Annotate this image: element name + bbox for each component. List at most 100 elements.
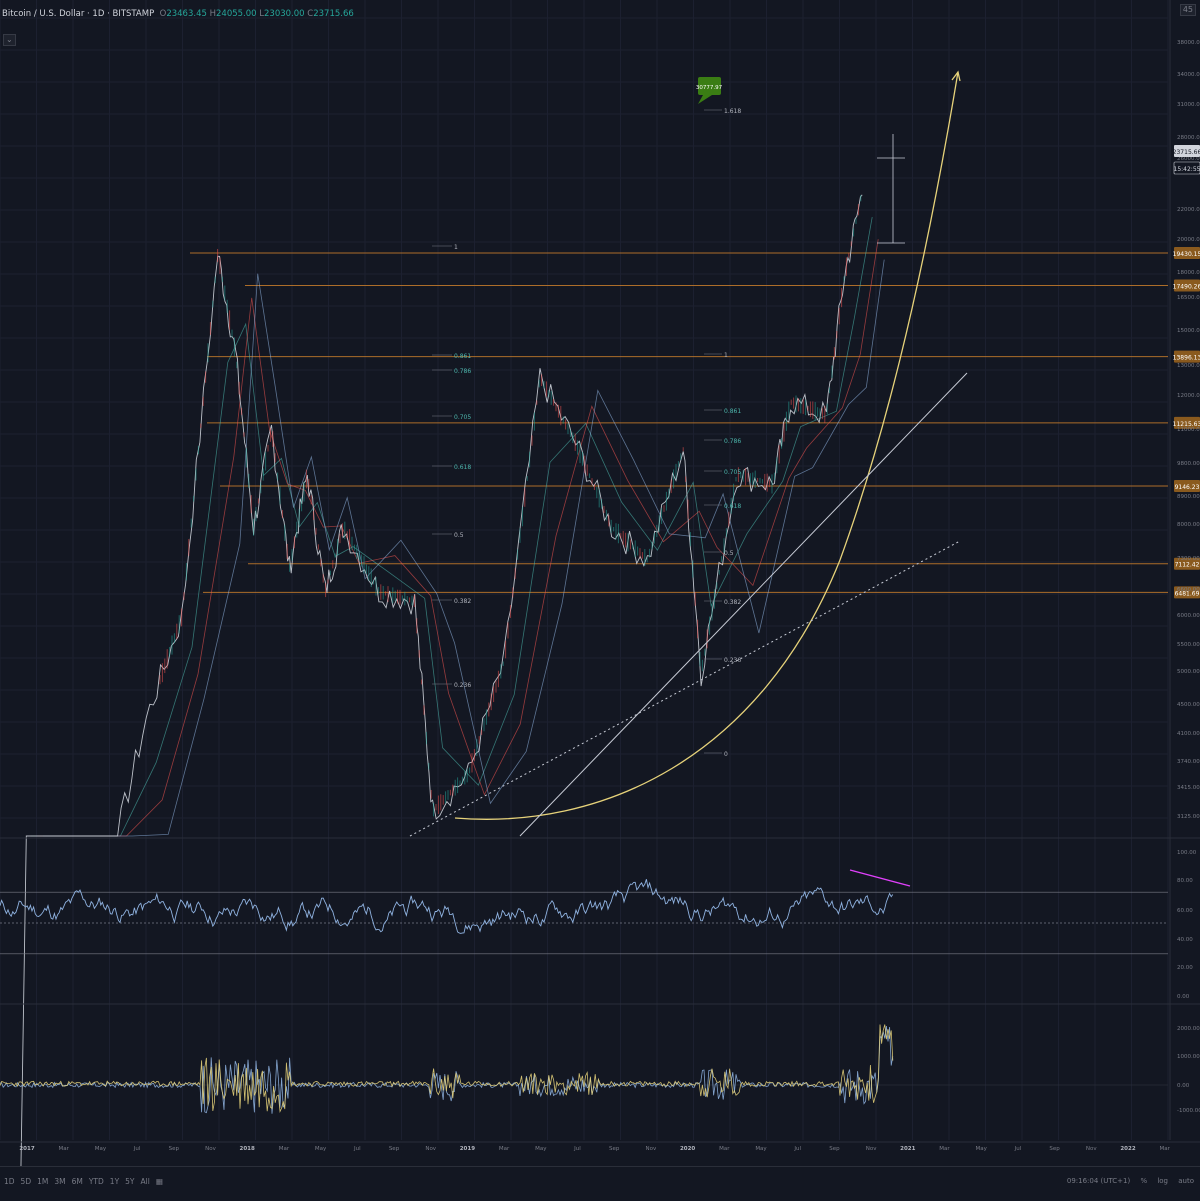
symbol-header: Bitcoin / U.S. Dollar · 1D · BITSTAMP O2… <box>2 9 354 19</box>
trend-drawings[interactable]: 30777.97 <box>409 70 968 837</box>
fib-level-value: 9146.23 <box>1175 484 1200 491</box>
fib-label: 0.705 <box>454 414 471 421</box>
time-axis-tick: Nov <box>425 1146 436 1152</box>
price-axis-tick: 8900.00 <box>1177 494 1200 500</box>
range-button[interactable]: 5Y <box>125 1177 134 1186</box>
fib-level-value: 13896.13 <box>1173 355 1200 362</box>
time-axis-tick: Mar <box>719 1146 730 1152</box>
time-axis-tick: Mar <box>59 1146 70 1152</box>
auto-toggle[interactable]: auto <box>1178 1177 1194 1185</box>
price-axis-tick: 3125.00 <box>1177 814 1200 820</box>
price-axis-tick: 8000.00 <box>1177 522 1200 528</box>
close-value: 23715.66 <box>313 9 354 19</box>
price-series <box>20 194 863 1171</box>
log-toggle[interactable]: log <box>1157 1177 1168 1185</box>
bottom-toolbar: 1D 5D 1M 3M 6M YTD 1Y 5Y All ▦ 09:16:04 (UTC+1) %… <box>0 1166 1200 1201</box>
curve-arrowhead <box>951 70 961 82</box>
fib-label: 1.618 <box>724 108 741 115</box>
chart-canvas[interactable]: 19430.1517490.2613896.1311215.639146.237… <box>0 0 1200 1200</box>
fib-label: 0 <box>724 751 728 758</box>
price-axis-tick: 13000.00 <box>1177 363 1200 369</box>
osc-axis-tick: 1000.00 <box>1177 1054 1200 1060</box>
range-button[interactable]: YTD <box>89 1177 104 1186</box>
symbol-title[interactable]: Bitcoin / U.S. Dollar · 1D · BITSTAMP <box>2 9 154 19</box>
fib-label: 0.705 <box>724 469 741 476</box>
time-axis-tick: Nov <box>205 1146 216 1152</box>
price-axis-tick: 22000.00 <box>1177 207 1200 213</box>
moving-average <box>30 217 873 837</box>
time-axis-tick: Sep <box>169 1146 180 1152</box>
time-axis-tick: Sep <box>609 1146 620 1152</box>
oscillator-line <box>0 1024 894 1113</box>
open-value: 23463.45 <box>166 9 207 19</box>
time-axis-tick: Mar <box>279 1146 290 1152</box>
fib-label: 1 <box>724 352 728 359</box>
price-axis-tick: 15000.00 <box>1177 328 1200 334</box>
price-axis-tick: 5000.00 <box>1177 669 1200 675</box>
rsi-axis-tick: 0.00 <box>1177 994 1190 1000</box>
fib-label: 0.861 <box>454 353 471 360</box>
time-axis-tick: Mar <box>939 1146 950 1152</box>
price-axis-tick: 18000.00 <box>1177 270 1200 276</box>
time-axis-tick: Mar <box>1160 1146 1171 1152</box>
calendar-icon[interactable]: ▦ <box>156 1177 163 1186</box>
time-axis-tick: Jul <box>793 1146 801 1152</box>
time-axis-tick: May <box>755 1146 767 1152</box>
time-axis-tick: Nov <box>1086 1146 1097 1152</box>
horizontal-levels[interactable]: 19430.1517490.2613896.1311215.639146.237… <box>190 247 1200 599</box>
time-axis-tick: Nov <box>866 1146 877 1152</box>
time-axis-tick: Nov <box>646 1146 657 1152</box>
price-axis-tick: 4500.00 <box>1177 702 1200 708</box>
settings-icon[interactable]: 45 <box>1179 4 1196 16</box>
rsi-axis-tick: 80.00 <box>1177 878 1193 884</box>
osc-axis-tick: 0.00 <box>1177 1083 1190 1089</box>
time-axis-tick: Mar <box>499 1146 510 1152</box>
countdown: 15:42:55 <box>1174 166 1200 173</box>
range-buttons: 1D 5D 1M 3M 6M YTD 1Y 5Y All ▦ <box>4 1177 169 1186</box>
range-button[interactable]: 3M <box>54 1177 65 1186</box>
clock: 09:16:04 (UTC+1) <box>1066 1177 1131 1185</box>
price-axis-tick: 3415.00 <box>1177 785 1200 791</box>
range-button[interactable]: All <box>141 1177 150 1186</box>
time-axis-tick: May <box>535 1146 547 1152</box>
rsi-axis-tick: 100.00 <box>1177 850 1197 856</box>
range-button[interactable]: 5D <box>21 1177 32 1186</box>
moving-averages <box>30 217 885 837</box>
axes: 38000.0034000.0031000.0028000.0026000.00… <box>0 0 1200 1152</box>
fib-label: 0.382 <box>724 599 741 606</box>
time-axis-tick: Jul <box>573 1146 581 1152</box>
fib-label: 0.861 <box>724 408 741 415</box>
fib-label: 0.618 <box>454 464 471 471</box>
price-axis-tick: 12000.00 <box>1177 393 1200 399</box>
range-button[interactable]: 6M <box>72 1177 83 1186</box>
fib-label: 0.382 <box>454 598 471 605</box>
percent-toggle[interactable]: % <box>1140 1177 1147 1185</box>
range-button[interactable]: 1Y <box>110 1177 119 1186</box>
time-axis-tick: 2022 <box>1120 1146 1135 1152</box>
time-axis-tick: 2019 <box>460 1146 475 1152</box>
range-button[interactable]: 1D <box>4 1177 15 1186</box>
fib-label: 0.618 <box>724 503 741 510</box>
time-axis-tick: Jul <box>353 1146 361 1152</box>
rsi-line <box>0 879 894 934</box>
time-axis-tick: Sep <box>829 1146 840 1152</box>
fib-label: 0.236 <box>454 682 471 689</box>
rsi-divergence-line <box>849 869 911 887</box>
fib-level-value: 17490.26 <box>1173 284 1200 291</box>
trendline-solid <box>519 372 968 837</box>
price-axis-tick: 20000.00 <box>1177 237 1200 243</box>
price-axis-tick: 5500.00 <box>1177 642 1200 648</box>
target-price-label: 30777.97 <box>696 85 723 91</box>
oscillator-line <box>0 1026 894 1114</box>
price-line <box>20 194 863 1171</box>
low-value: 23030.00 <box>264 9 305 19</box>
collapse-indicators-button[interactable]: ⌄ <box>3 34 16 46</box>
time-axis-tick: May <box>976 1146 988 1152</box>
time-axis-tick: May <box>95 1146 107 1152</box>
time-axis-tick: Jul <box>133 1146 141 1152</box>
fib-label: 0.5 <box>724 550 734 557</box>
range-button[interactable]: 1M <box>37 1177 48 1186</box>
time-axis-tick: 2018 <box>240 1146 255 1152</box>
fib-label: 0.786 <box>724 438 741 445</box>
fib-label: 0.786 <box>454 368 471 375</box>
